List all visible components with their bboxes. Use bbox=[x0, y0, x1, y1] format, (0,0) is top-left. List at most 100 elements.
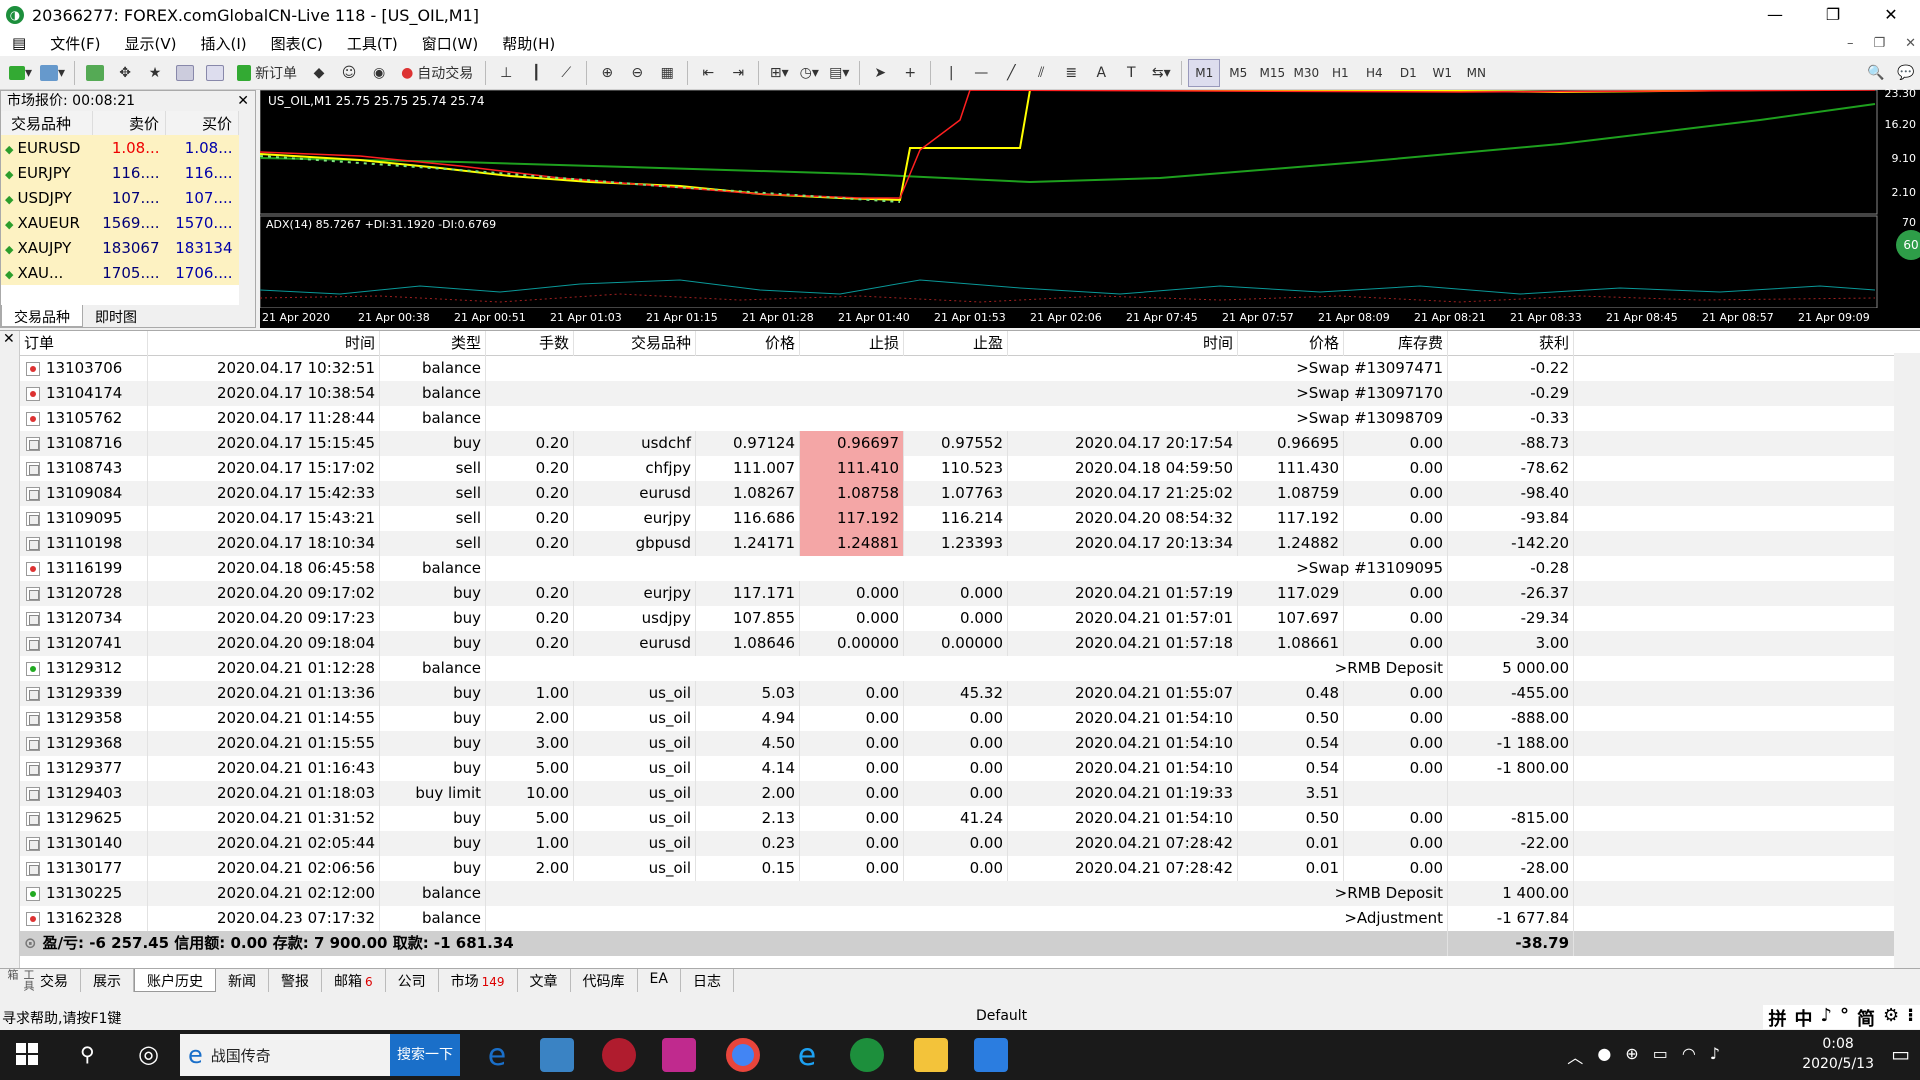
timeframe-h1[interactable]: H1 bbox=[1324, 59, 1356, 87]
ime-item[interactable]: 拼 bbox=[1769, 1005, 1787, 1030]
clock[interactable]: 0:08 2020/5/13 bbox=[1802, 1034, 1874, 1074]
search-button[interactable]: 搜索一下 bbox=[390, 1034, 460, 1076]
table-row[interactable]: 13109084 2020.04.17 15:42:33 sell 0.20 eurus… bbox=[20, 481, 1894, 506]
menu-help[interactable]: 帮助(H) bbox=[490, 33, 567, 54]
folder-icon[interactable] bbox=[914, 1038, 948, 1072]
menu-chart[interactable]: 图表(C) bbox=[259, 33, 335, 54]
auto-trading-button[interactable]: ● 自动交易 bbox=[395, 59, 479, 87]
profiles-icon[interactable]: ▾ bbox=[37, 59, 68, 87]
search-icon[interactable]: ⚲ bbox=[80, 1042, 95, 1066]
symbol-cell[interactable]: ◆ XAUEUR bbox=[1, 210, 93, 235]
notifications-icon[interactable]: ▭ bbox=[1891, 1042, 1910, 1066]
col-header[interactable]: 止盈 bbox=[904, 330, 1008, 356]
timeframe-m15[interactable]: M15 bbox=[1256, 59, 1288, 87]
tray-app-icon[interactable]: ● bbox=[1597, 1044, 1611, 1068]
col-header[interactable]: 获利 bbox=[1448, 330, 1574, 356]
tab-7[interactable]: 市场 149 bbox=[439, 969, 518, 992]
ime-item[interactable]: 简 bbox=[1857, 1005, 1875, 1030]
table-row[interactable]: 13105762 2020.04.17 11:28:44 balance >Swap … bbox=[20, 406, 1894, 431]
table-row[interactable]: 13129625 2020.04.21 01:31:52 buy 5.00 us_oil… bbox=[20, 806, 1894, 831]
windows-start-icon[interactable] bbox=[16, 1043, 38, 1065]
mdi-restore-icon[interactable]: ❐ bbox=[1873, 36, 1885, 51]
symbol-cell[interactable]: ◆ EURUSD bbox=[1, 135, 93, 160]
text-label-icon[interactable]: T bbox=[1117, 59, 1145, 87]
table-row[interactable]: 13108743 2020.04.17 15:17:02 sell 0.20 chfjp… bbox=[20, 456, 1894, 481]
trendline-icon[interactable]: ╱ bbox=[997, 59, 1025, 87]
ime-item[interactable]: ⚙ bbox=[1883, 1005, 1899, 1029]
col-header[interactable]: 价格 bbox=[1238, 330, 1344, 356]
timeframe-w1[interactable]: W1 bbox=[1426, 59, 1458, 87]
app-icon-blue[interactable] bbox=[974, 1038, 1008, 1072]
symbol-cell[interactable]: ◆ USDJPY bbox=[1, 185, 93, 210]
volume-icon[interactable]: ♪ bbox=[1710, 1044, 1720, 1068]
table-row[interactable]: 13129368 2020.04.21 01:15:55 buy 3.00 us_oil… bbox=[20, 731, 1894, 756]
market-watch-row[interactable]: ◆ EURJPY 116.... 116.... bbox=[1, 160, 239, 185]
tab-10[interactable]: EA bbox=[638, 969, 681, 992]
bar-chart-icon[interactable]: ⊥ bbox=[492, 59, 520, 87]
table-row[interactable]: 13103706 2020.04.17 10:32:51 balance >Swap … bbox=[20, 356, 1894, 381]
table-row[interactable]: 13129403 2020.04.21 01:18:03 buy limit 10.0… bbox=[20, 781, 1894, 806]
tab-symbols[interactable]: 交易品种 bbox=[1, 305, 83, 327]
market-watch-row[interactable]: ◆ EURUSD 1.08... 1.08... bbox=[1, 135, 239, 160]
col-bid[interactable]: 卖价 bbox=[92, 111, 167, 135]
table-row[interactable]: 13120728 2020.04.20 09:17:02 buy 0.20 eurjpy… bbox=[20, 581, 1894, 606]
timeframe-m30[interactable]: M30 bbox=[1290, 59, 1322, 87]
ie-browser-icon[interactable]: e bbox=[790, 1038, 824, 1073]
close-button[interactable]: ✕ bbox=[1862, 0, 1920, 30]
mt4-icon[interactable] bbox=[850, 1038, 884, 1072]
tab-8[interactable]: 文章 bbox=[518, 969, 571, 992]
channel-icon[interactable]: ⫽ bbox=[1027, 59, 1055, 87]
mdi-minimize-icon[interactable]: – bbox=[1847, 36, 1854, 51]
tile-windows-icon[interactable]: ▦ bbox=[653, 59, 681, 87]
table-row[interactable]: 13162328 2020.04.23 07:17:32 balance >Adjus… bbox=[20, 906, 1894, 931]
menu-view[interactable]: 显示(V) bbox=[113, 33, 189, 54]
mail-icon[interactable] bbox=[540, 1038, 574, 1072]
col-header[interactable]: 止损 bbox=[800, 330, 904, 356]
cortana-icon[interactable]: ◎ bbox=[138, 1040, 159, 1068]
timeframe-d1[interactable]: D1 bbox=[1392, 59, 1424, 87]
restore-button[interactable]: ❐ bbox=[1804, 0, 1862, 30]
market-watch-row[interactable]: ◆ USDJPY 107.... 107.... bbox=[1, 185, 239, 210]
market-watch-icon[interactable] bbox=[81, 59, 109, 87]
col-header[interactable]: 时间 bbox=[148, 330, 380, 356]
horizontal-line-icon[interactable]: — bbox=[967, 59, 995, 87]
metaeditor-icon[interactable]: ◆ bbox=[305, 59, 333, 87]
ime-item[interactable]: ♪ bbox=[1821, 1005, 1833, 1029]
wifi-icon[interactable]: ◠ bbox=[1682, 1044, 1696, 1068]
indicators-icon[interactable]: ⊞▾ bbox=[765, 59, 793, 87]
templates-icon[interactable]: ▤▾ bbox=[825, 59, 853, 87]
table-row[interactable]: 13129339 2020.04.21 01:13:36 buy 1.00 us_oil… bbox=[20, 681, 1894, 706]
mdi-close-icon[interactable]: ✕ bbox=[1905, 36, 1916, 51]
tab-3[interactable]: 新闻 bbox=[216, 969, 269, 992]
table-row[interactable]: 13110198 2020.04.17 18:10:34 sell 0.20 gbpus… bbox=[20, 531, 1894, 556]
tab-1[interactable]: 展示 bbox=[81, 969, 134, 992]
fibonacci-icon[interactable]: ≣ bbox=[1057, 59, 1085, 87]
auto-scroll-icon[interactable]: ⇥ bbox=[724, 59, 752, 87]
tab-6[interactable]: 公司 bbox=[386, 969, 439, 992]
chrome-icon[interactable] bbox=[726, 1038, 760, 1072]
col-ask[interactable]: 买价 bbox=[165, 111, 239, 135]
data-window-icon[interactable]: ✥ bbox=[111, 59, 139, 87]
col-header[interactable]: 时间 bbox=[1008, 330, 1238, 356]
arrows-icon[interactable]: ⇆▾ bbox=[1147, 59, 1175, 87]
menu-window[interactable]: 窗口(W) bbox=[410, 33, 491, 54]
symbol-cell[interactable]: ◆ XAUJPY bbox=[1, 235, 93, 260]
doc-icon[interactable]: ▤ bbox=[0, 34, 38, 52]
profile-name[interactable]: Default bbox=[976, 1008, 1027, 1024]
tab-11[interactable]: 日志 bbox=[681, 969, 734, 992]
candlestick-icon[interactable]: ┃ bbox=[522, 59, 550, 87]
text-icon[interactable]: A bbox=[1087, 59, 1115, 87]
menu-file[interactable]: 文件(F) bbox=[38, 33, 112, 54]
timeframe-h4[interactable]: H4 bbox=[1358, 59, 1390, 87]
col-header[interactable]: 订单 bbox=[20, 330, 148, 356]
cursor-icon[interactable]: ➤ bbox=[866, 59, 894, 87]
app-icon-red[interactable] bbox=[602, 1038, 636, 1072]
terminal-icon[interactable] bbox=[171, 59, 199, 87]
market-watch-row[interactable]: ◆ XAUJPY 183067 183134 bbox=[1, 235, 239, 260]
table-row[interactable]: 13116199 2020.04.18 06:45:58 balance >Swap … bbox=[20, 556, 1894, 581]
navigator-icon[interactable]: ★ bbox=[141, 59, 169, 87]
history-scrollbar[interactable] bbox=[1894, 353, 1920, 969]
close-icon[interactable]: ✕ bbox=[237, 91, 249, 111]
table-row[interactable]: 13108716 2020.04.17 15:15:45 buy 0.20 usdchf… bbox=[20, 431, 1894, 456]
line-chart-icon[interactable]: ⟋ bbox=[552, 59, 580, 87]
